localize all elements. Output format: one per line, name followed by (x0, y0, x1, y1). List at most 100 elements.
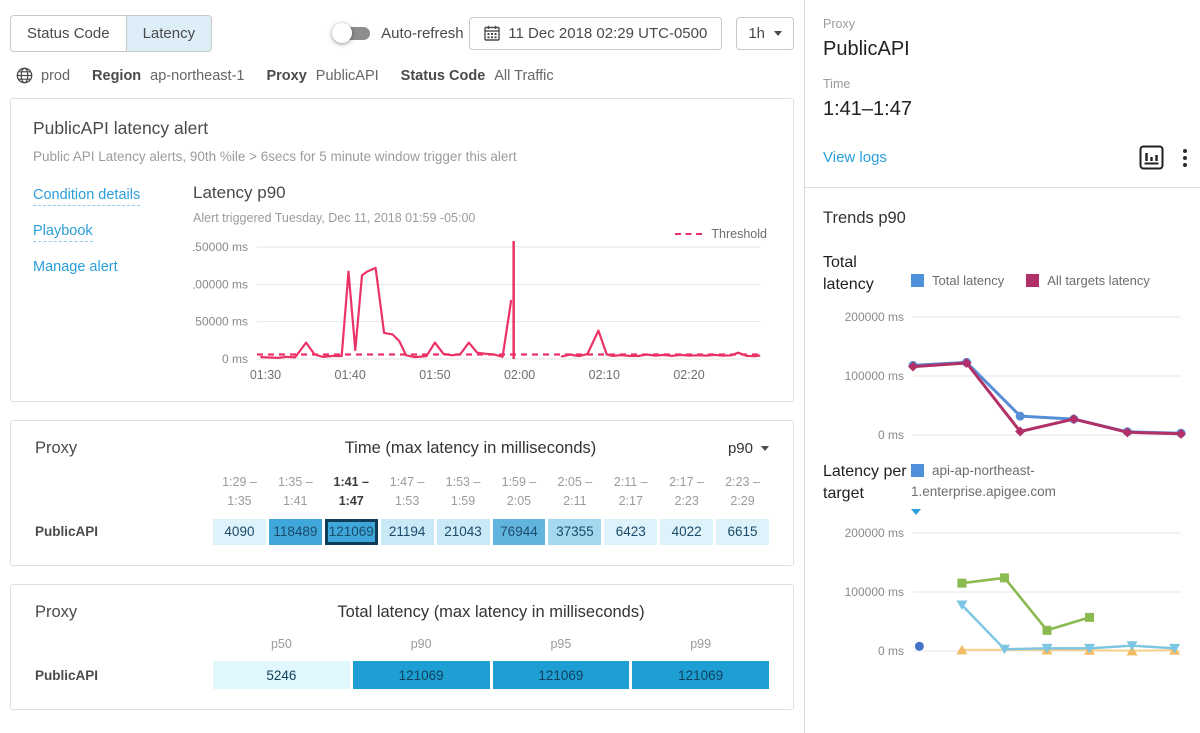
trends-title: Trends p90 (823, 209, 1189, 228)
svg-text:0 ms: 0 ms (878, 644, 904, 658)
percentile-row: 5246121069121069121069 (213, 661, 769, 689)
heatmap-cell[interactable]: 6615 (716, 519, 769, 545)
svg-text:0 ms: 0 ms (222, 352, 248, 366)
legend-swatch-blue (911, 274, 924, 287)
toolbar: Status Code Latency Auto-refresh 11 Dec (10, 14, 794, 52)
time-range-header: 1:29 –1:35 (213, 473, 266, 511)
svg-text:150000 ms: 150000 ms (193, 240, 248, 254)
filter-breadcrumb: prod Region ap-northeast-1 Proxy PublicA… (16, 67, 790, 84)
playbook-link[interactable]: Playbook (33, 223, 93, 242)
heatmap-cell[interactable]: 4090 (213, 519, 266, 545)
alert-card: PublicAPI latency alert Public API Laten… (10, 98, 794, 402)
svg-text:100000 ms: 100000 ms (845, 369, 904, 383)
filter-status-code-value[interactable]: All Traffic (494, 68, 553, 84)
time-range-dropdown[interactable]: 1h (736, 17, 794, 50)
sidebar-time-value: 1:41–1:47 (823, 98, 1189, 121)
latency-per-target-legend: api-ap-northeast-1.enterprise.apigee.com (911, 461, 1159, 515)
svg-text:02:10: 02:10 (589, 368, 620, 382)
svg-text:02:00: 02:00 (504, 368, 535, 382)
heatmap-cell[interactable]: 21043 (437, 519, 490, 545)
percentile-header: p95 (493, 635, 630, 654)
auto-refresh-label: Auto-refresh (381, 25, 464, 42)
percentile-dropdown[interactable]: p90 (728, 440, 769, 457)
heatmap-cell[interactable]: 4022 (660, 519, 713, 545)
date-picker-button[interactable]: 11 Dec 2018 02:29 UTC-0500 (469, 17, 722, 50)
calendar-icon (484, 25, 500, 41)
svg-text:01:30: 01:30 (250, 368, 281, 382)
legend-swatch-crimson (1026, 274, 1039, 287)
latency-per-target-chart: 0 ms 100000 ms 200000 ms (823, 521, 1189, 663)
sidebar-proxy-value: PublicAPI (823, 38, 1189, 61)
filter-region-value[interactable]: ap-northeast-1 (150, 68, 244, 84)
total-table-title: Total latency (max latency in millisecon… (213, 603, 769, 622)
condition-details-link[interactable]: Condition details (33, 187, 140, 206)
time-range-header: 1:35 –1:41 (269, 473, 322, 511)
auto-refresh-toggle[interactable] (332, 23, 370, 43)
heatmap-cell[interactable]: 37355 (548, 519, 601, 545)
alert-description: Public API Latency alerts, 90th %ile > 6… (33, 149, 771, 164)
total-latency-legend: Total latency All targets latency (911, 266, 1189, 295)
legend-label: Total latency (932, 273, 1004, 288)
heatmap-cell[interactable]: 121069 (325, 519, 378, 545)
time-range-header: 1:47 –1:53 (381, 473, 434, 511)
toggle-knob (332, 23, 352, 43)
proxy-column-title: Proxy (35, 439, 213, 458)
svg-text:100000 ms: 100000 ms (845, 585, 904, 599)
latency-p90-chart: 0 ms50000 ms100000 ms150000 ms01:3001:40… (193, 235, 771, 387)
legend-expand-caret-icon[interactable] (911, 509, 921, 515)
legend-swatch-blue (911, 464, 924, 477)
more-options-icon[interactable] (1181, 147, 1189, 169)
environment-name[interactable]: prod (41, 68, 70, 84)
legend-label: api-ap-northeast-1.enterprise.apigee.com (911, 463, 1056, 499)
detail-sidebar: Proxy PublicAPI Time 1:41–1:47 View logs… (804, 0, 1200, 733)
svg-text:01:40: 01:40 (335, 368, 366, 382)
time-range-header: 2:17 –2:23 (660, 473, 713, 511)
svg-text:200000 ms: 200000 ms (845, 310, 904, 324)
time-range-header: 2:11 –2:17 (604, 473, 657, 511)
threshold-legend: Threshold (675, 227, 767, 241)
total-latency-trend-chart: 0 ms100000 ms200000 ms (823, 295, 1189, 447)
filter-proxy-value[interactable]: PublicAPI (316, 68, 379, 84)
svg-text:02:20: 02:20 (673, 368, 704, 382)
time-range-header: 1:53 –1:59 (437, 473, 490, 511)
globe-icon (16, 67, 33, 84)
filter-status-code-label: Status Code (401, 68, 486, 84)
chevron-down-icon (774, 31, 782, 36)
heatmap-cell[interactable]: 121069 (632, 661, 769, 689)
time-column-headers: 1:29 –1:351:35 –1:411:41 –1:471:47 –1:53… (213, 473, 769, 511)
heatmap-cell[interactable]: 5246 (213, 661, 350, 689)
heatmap-cell[interactable]: 121069 (353, 661, 490, 689)
time-range-value: 1h (748, 25, 765, 42)
percentile-header: p90 (353, 635, 490, 654)
auto-refresh-control: Auto-refresh (332, 23, 464, 43)
tab-status-code[interactable]: Status Code (11, 16, 126, 51)
view-logs-link[interactable]: View logs (823, 149, 887, 166)
alert-chart-area: Latency p90 Alert triggered Tuesday, Dec… (193, 183, 771, 387)
sidebar-divider (805, 187, 1200, 188)
alert-links: Condition details Playbook Manage alert (33, 183, 193, 387)
bar-chart-icon[interactable] (1139, 145, 1164, 170)
total-latency-card: Proxy Total latency (max latency in mill… (10, 584, 794, 711)
row-label-publicapi: PublicAPI (35, 635, 213, 690)
heatmap-cell[interactable]: 121069 (493, 661, 630, 689)
legend-label: All targets latency (1047, 273, 1150, 288)
heatmap-cell[interactable]: 76944 (493, 519, 546, 545)
percentile-header: p50 (213, 635, 350, 654)
chevron-down-icon (761, 446, 769, 451)
heatmap-cell[interactable]: 6423 (604, 519, 657, 545)
time-range-header: 1:59 –2:05 (493, 473, 546, 511)
legend-all-targets-latency: All targets latency (1026, 273, 1150, 288)
heatmap-cell[interactable]: 118489 (269, 519, 322, 545)
tab-latency[interactable]: Latency (126, 16, 212, 51)
alert-chart-subtitle: Alert triggered Tuesday, Dec 11, 2018 01… (193, 211, 771, 225)
manage-alert-link[interactable]: Manage alert (33, 259, 118, 275)
threshold-dash-icon (675, 233, 702, 235)
alert-chart-title: Latency p90 (193, 183, 771, 203)
svg-text:200000 ms: 200000 ms (845, 526, 904, 540)
main-panel: Status Code Latency Auto-refresh 11 Dec (0, 0, 804, 733)
svg-text:01:50: 01:50 (419, 368, 450, 382)
latency-per-target-chart-label: Latency per target (823, 461, 911, 515)
percentile-value: p90 (728, 440, 753, 457)
heatmap-cell[interactable]: 21194 (381, 519, 434, 545)
time-range-header: 1:41 –1:47 (325, 473, 378, 511)
